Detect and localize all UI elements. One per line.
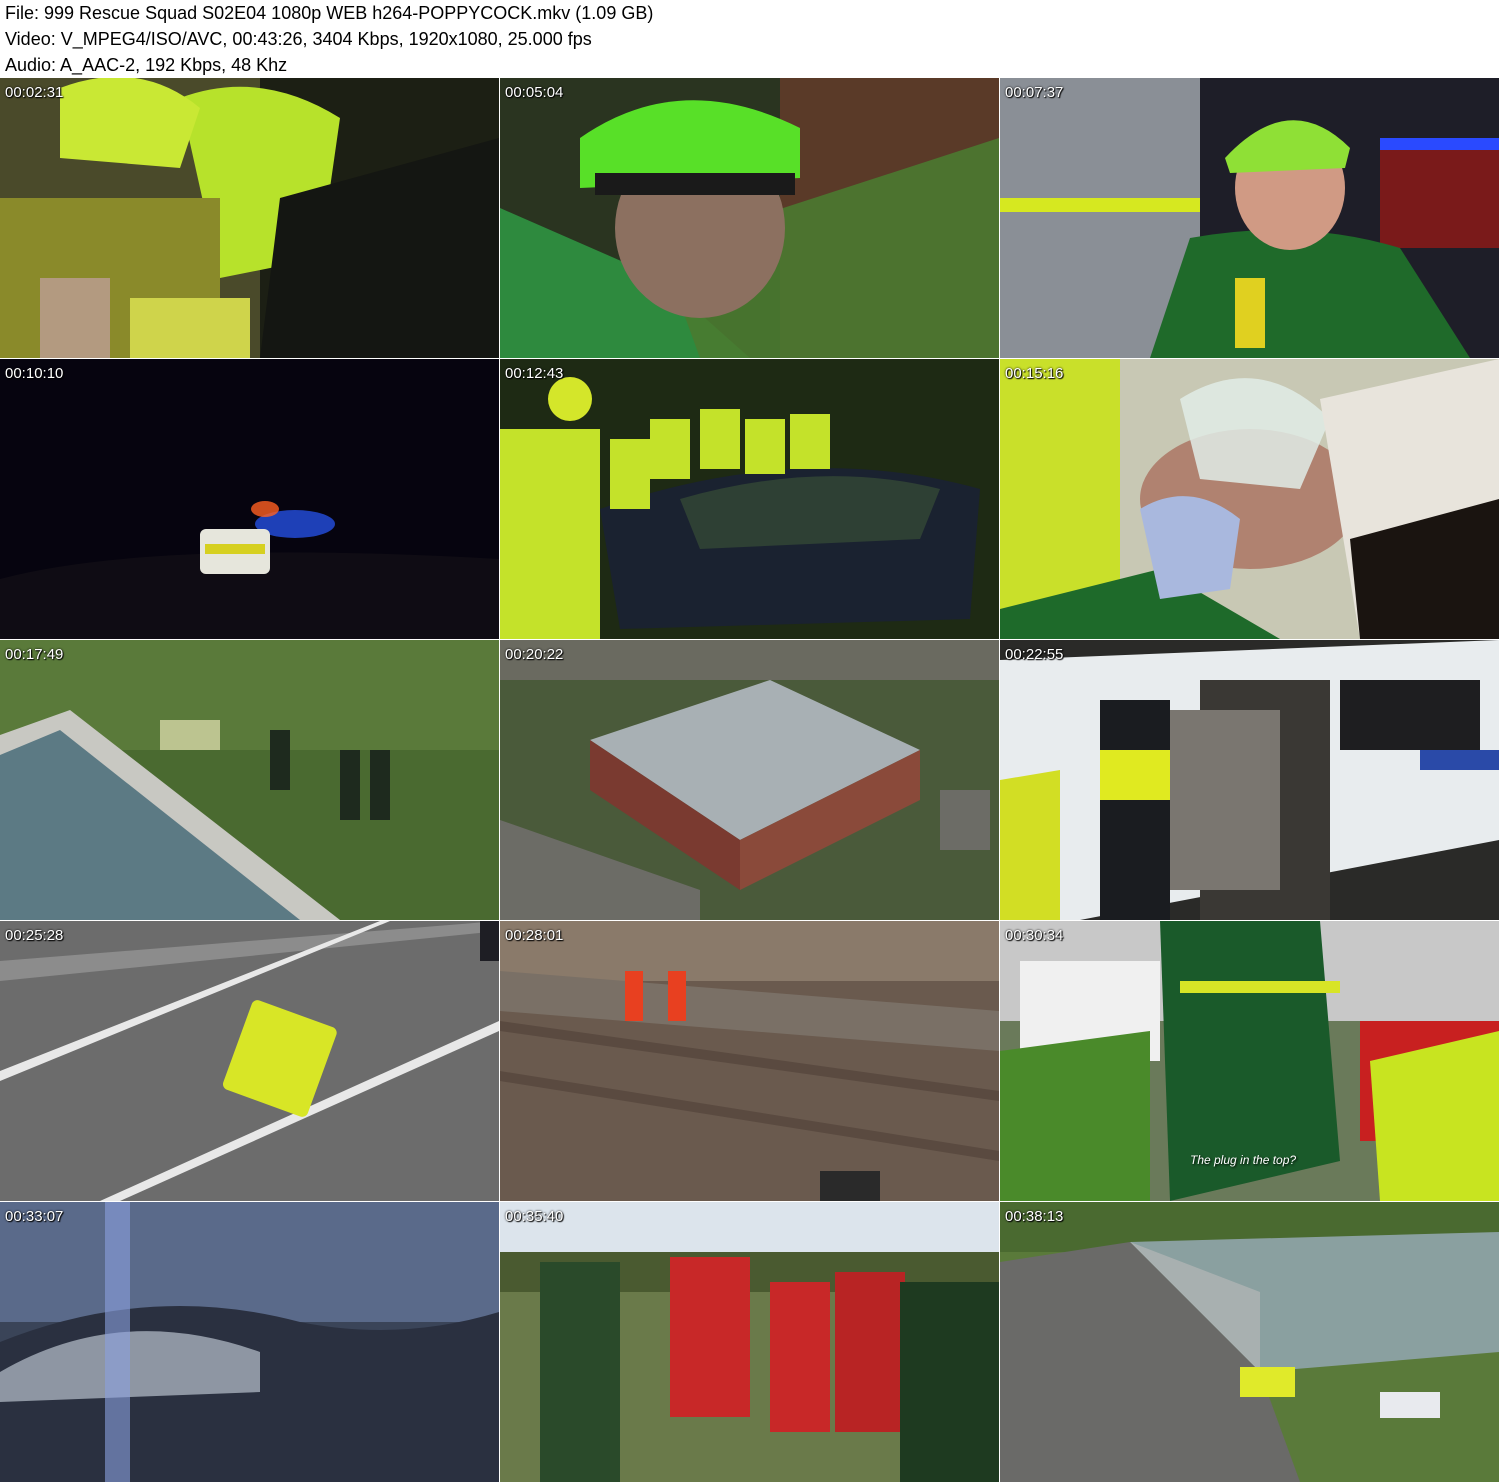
- thumbnail-timestamp: 00:35:40: [505, 1208, 564, 1225]
- scene-crashed-car: [500, 359, 999, 639]
- thumbnail-timestamp: 00:20:22: [505, 646, 564, 663]
- thumbnail-timestamp: 00:22:55: [1005, 646, 1064, 663]
- media-info-header: File: 999 Rescue Squad S02E04 1080p WEB …: [0, 0, 1500, 78]
- thumbnail-frame[interactable]: 00:10:10: [0, 359, 499, 639]
- thumbnail-timestamp: 00:10:10: [5, 365, 64, 382]
- scene-patient-oxygen: [1000, 359, 1499, 639]
- video-info-line: Video: V_MPEG4/ISO/AVC, 00:43:26, 3404 K…: [5, 29, 592, 49]
- thumbnail-frame[interactable]: 00:02:31: [0, 78, 499, 358]
- scene-garden-pool: [0, 640, 499, 920]
- thumbnail-timestamp: 00:33:07: [5, 1208, 64, 1225]
- scene-paramedic-helmet: [500, 78, 999, 358]
- thumbnail-timestamp: 00:15:16: [1005, 365, 1064, 382]
- scene-aerial-ambulance-station: [1000, 1202, 1499, 1482]
- thumbnail-frame[interactable]: 00:30:34 The plug in the top?: [1000, 921, 1499, 1201]
- thumbnail-frame[interactable]: 00:28:01: [500, 921, 999, 1201]
- thumbnail-frame[interactable]: 00:05:04: [500, 78, 999, 358]
- scene-ambulance-motorway: [0, 921, 499, 1201]
- scene-water-rescue-team: [500, 1202, 999, 1482]
- thumbnail-frame[interactable]: 00:22:55: [1000, 640, 1499, 920]
- scene-night-road: [0, 359, 499, 639]
- thumbnail-timestamp: 00:25:28: [5, 927, 64, 944]
- thumbnail-timestamp: 00:02:31: [5, 84, 64, 101]
- thumbnail-timestamp: 00:28:01: [505, 927, 564, 944]
- thumbnail-frame[interactable]: 00:25:28: [0, 921, 499, 1201]
- thumbnail-frame[interactable]: 00:17:49: [0, 640, 499, 920]
- scene-blurred-water: [0, 1202, 499, 1482]
- scene-railway: [500, 921, 999, 1201]
- thumbnail-timestamp: 00:17:49: [5, 646, 64, 663]
- thumbnail-grid: 00:02:31 00:05:04 00:07:37 00:10:10 00:1…: [0, 78, 1500, 1483]
- thumbnail-timestamp: 00:12:43: [505, 365, 564, 382]
- thumbnail-frame[interactable]: 00:35:40: [500, 1202, 999, 1482]
- thumbnail-timestamp: 00:38:13: [1005, 1208, 1064, 1225]
- thumbnail-timestamp: 00:07:37: [1005, 84, 1064, 101]
- thumbnail-frame[interactable]: 00:15:16: [1000, 359, 1499, 639]
- thumbnail-frame[interactable]: 00:38:13: [1000, 1202, 1499, 1482]
- thumbnail-frame[interactable]: 00:07:37: [1000, 78, 1499, 358]
- thumbnail-frame[interactable]: 00:33:07: [0, 1202, 499, 1482]
- thumbnail-timestamp: 00:05:04: [505, 84, 564, 101]
- file-info-line: File: 999 Rescue Squad S02E04 1080p WEB …: [5, 3, 654, 23]
- subtitle-caption: The plug in the top?: [1190, 1153, 1297, 1167]
- thumbnail-timestamp: 00:30:34: [1005, 927, 1064, 944]
- scene-firefighters-in-car: [0, 78, 499, 358]
- thumbnail-frame[interactable]: 00:12:43: [500, 359, 999, 639]
- scene-aerial-warehouse: [500, 640, 999, 920]
- thumbnail-frame[interactable]: 00:20:22: [500, 640, 999, 920]
- audio-info-line: Audio: A_AAC-2, 192 Kbps, 48 Khz: [5, 55, 288, 75]
- scene-paramedic-interview: [1000, 78, 1499, 358]
- scene-police-van: [1000, 640, 1499, 920]
